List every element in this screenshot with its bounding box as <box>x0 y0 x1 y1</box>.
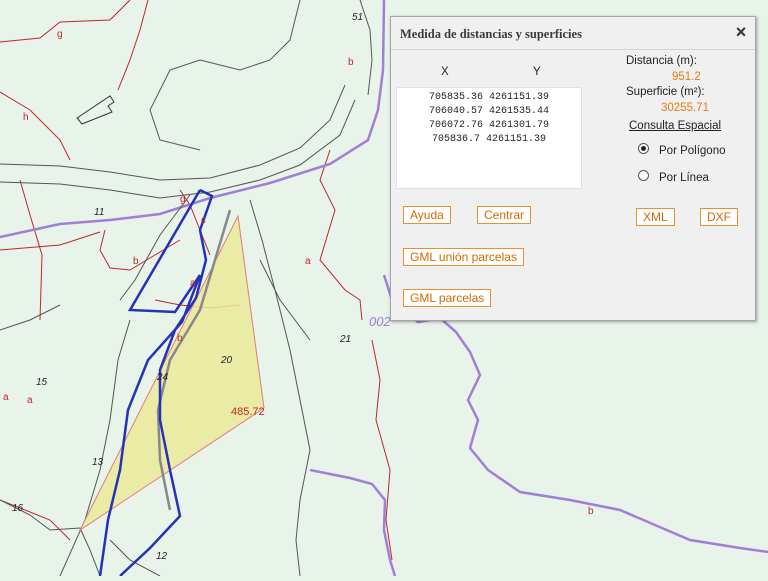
column-header-y: Y <box>533 66 541 78</box>
line-option-label[interactable]: Por Línea <box>659 172 709 184</box>
parcel-number: 16 <box>12 503 24 514</box>
help-button[interactable]: Ayuda <box>403 206 451 224</box>
close-icon[interactable]: × <box>732 22 750 42</box>
subparcel-letter: b <box>133 256 139 267</box>
polygon-radio[interactable] <box>638 143 649 154</box>
xml-button[interactable]: XML <box>636 208 675 226</box>
subparcel-letter: h <box>23 112 29 123</box>
measurement-label: 485.72 <box>231 406 265 418</box>
line-radio[interactable] <box>638 170 649 181</box>
coordinate-row: 706040.57 4261535.44 <box>428 106 550 117</box>
coordinate-row: 705836.7 4261151.39 <box>431 134 547 145</box>
subparcel-letter: c <box>201 215 206 226</box>
subparcel-letter: b <box>177 333 183 344</box>
polygon-option-label[interactable]: Por Polígono <box>659 145 726 157</box>
parcel-number: 24 <box>157 372 169 383</box>
subparcel-letter: a <box>27 395 33 406</box>
parcel-number: 21 <box>340 334 352 345</box>
polygon-id-label: 002 <box>369 314 391 329</box>
subparcel-letter: b <box>348 57 354 68</box>
coordinates-list[interactable]: 705835.36 4261151.39 706040.57 4261535.4… <box>396 87 582 189</box>
parcel-number: 51 <box>352 12 364 23</box>
surface-label: Superficie (m²): <box>626 86 705 98</box>
subparcel-letter: g <box>57 29 63 40</box>
distance-value: 951.2 <box>672 71 701 83</box>
distance-label: Distancia (m): <box>626 55 697 67</box>
subparcel-letter: a <box>3 392 9 403</box>
gml-parcels-button[interactable]: GML parcelas <box>403 289 492 307</box>
parcel-number: 20 <box>221 355 233 366</box>
surface-value: 30255.71 <box>661 102 709 114</box>
center-button[interactable]: Centrar <box>477 206 532 224</box>
subparcel-letter: a <box>305 256 311 267</box>
dxf-button[interactable]: DXF <box>700 208 738 226</box>
spatial-query-title: Consulta Espacial <box>629 120 722 132</box>
subparcel-letter: g <box>180 194 186 205</box>
gml-union-button[interactable]: GML unión parcelas <box>403 248 524 266</box>
coordinate-row: 705835.36 4261151.39 <box>428 92 550 103</box>
panel-header[interactable]: Medida de distancias y superficies × <box>391 17 755 50</box>
coordinate-row: 706072.76 4261301.79 <box>428 120 550 131</box>
parcel-number: 13 <box>92 457 104 468</box>
measure-panel: Medida de distancias y superficies × X Y… <box>390 16 756 321</box>
parcel-number: 12 <box>156 551 168 562</box>
column-header-x: X <box>441 66 449 78</box>
subparcel-letter: b <box>588 506 594 517</box>
parcel-number: 11 <box>94 207 105 218</box>
road-lines <box>0 0 373 577</box>
subparcel-letter: a <box>190 278 196 289</box>
panel-title: Medida de distancias y superficies <box>400 27 582 41</box>
building-icon <box>76 95 115 125</box>
parcel-number: 15 <box>36 377 48 388</box>
